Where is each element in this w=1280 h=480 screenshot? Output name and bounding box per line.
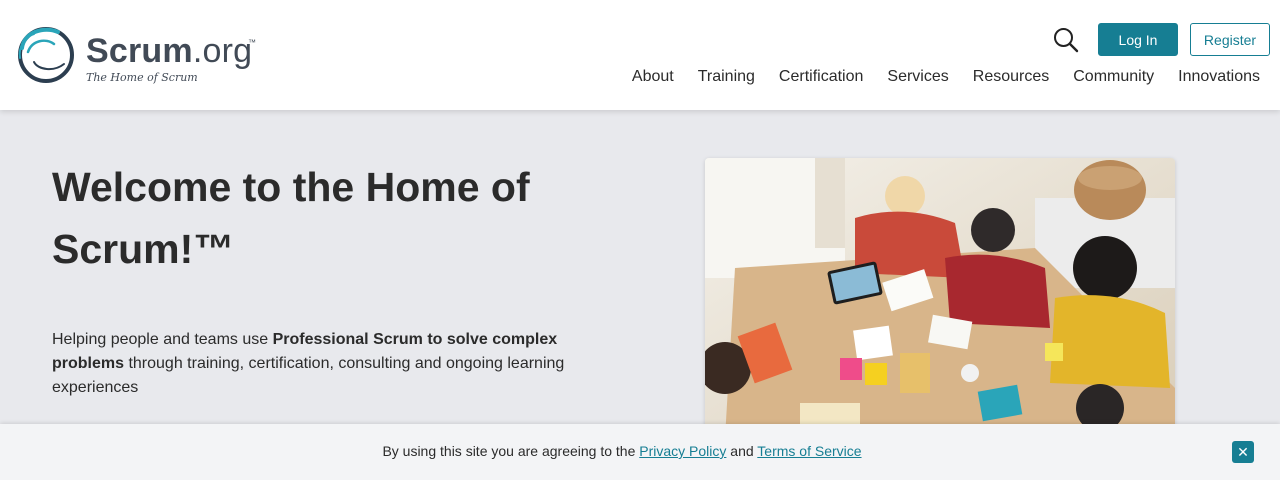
main-navigation: About Training Certification Services Re… [632, 68, 1260, 86]
register-button[interactable]: Register [1190, 23, 1270, 56]
hero-text-lead: Helping people and teams use [52, 331, 273, 348]
nav-item-community[interactable]: Community [1073, 68, 1154, 86]
privacy-policy-link[interactable]: Privacy Policy [639, 443, 726, 459]
nav-item-about[interactable]: About [632, 68, 674, 86]
hero-image [705, 158, 1175, 438]
search-icon[interactable] [1052, 26, 1080, 54]
cookie-banner: By using this site you are agreeing to t… [0, 424, 1280, 480]
logo-name-bold: Scrum [86, 32, 193, 70]
nav-item-resources[interactable]: Resources [973, 68, 1049, 86]
nav-item-innovations[interactable]: Innovations [1178, 68, 1260, 86]
nav-item-services[interactable]: Services [887, 68, 948, 86]
cookie-banner-text: By using this site you are agreeing to t… [0, 443, 1244, 459]
logo-swirl-icon [18, 27, 74, 83]
hero-text-tail: through training, certification, consult… [52, 355, 565, 396]
nav-item-training[interactable]: Training [698, 68, 755, 86]
cookie-text-middle: and [726, 443, 758, 459]
site-header: Scrum.org ™ The Home of Scrum Log In Reg… [0, 0, 1280, 110]
logo-wordmark: Scrum.org [86, 32, 252, 71]
terms-of-service-link[interactable]: Terms of Service [757, 443, 861, 459]
hero-title: Welcome to the Home of Scrum!™ [52, 164, 530, 272]
scrum-org-logo[interactable]: Scrum.org ™ The Home of Scrum [14, 22, 264, 88]
hero-description: Helping people and teams use Professiona… [52, 328, 572, 400]
logo-trademark: ™ [248, 38, 256, 47]
logo-name-light: .org [192, 32, 253, 70]
close-icon[interactable]: ✕ [1232, 441, 1254, 463]
logo-tagline: The Home of Scrum [86, 71, 198, 84]
login-button[interactable]: Log In [1098, 23, 1178, 56]
cookie-text-lead: By using this site you are agreeing to t… [382, 443, 640, 459]
nav-item-certification[interactable]: Certification [779, 68, 863, 86]
